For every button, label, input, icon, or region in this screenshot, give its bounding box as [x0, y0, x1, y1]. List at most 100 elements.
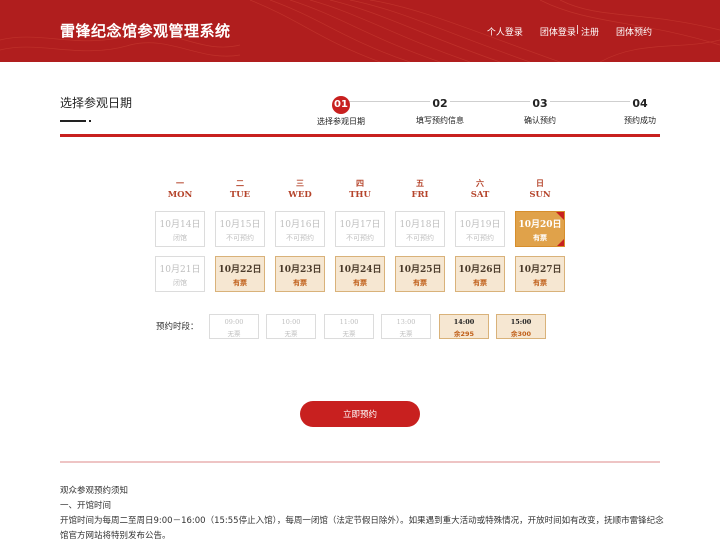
personal-login-link[interactable]: 个人登录 — [487, 25, 523, 38]
slot-time: 09:00 — [224, 318, 244, 326]
time-slot-1500[interactable]: 15:00 余300 — [496, 314, 546, 339]
step-1-label: 选择参观日期 — [317, 117, 365, 126]
step-4: 04 预约成功 — [600, 92, 680, 126]
top-nav: 个人登录 团体登录 | 注册 团体预约 — [470, 25, 652, 38]
calendar-day-oct27[interactable]: 10月27日 有票 — [515, 256, 565, 292]
step-4-label: 预约成功 — [624, 116, 656, 125]
notice-section-title: 一、开馆时间 — [60, 501, 112, 511]
top-header: 雷锋纪念馆参观管理系统 个人登录 团体登录 | 注册 团体预约 — [0, 0, 720, 62]
day-date: 10月15日 — [219, 220, 261, 230]
day-date: 10月24日 — [338, 265, 382, 275]
weekday-fri: 五 FRI — [395, 178, 445, 200]
day-status: 不可预约 — [406, 234, 434, 242]
weekday-en: WED — [288, 190, 312, 200]
calendar-day-oct19: 10月19日 不可预约 — [455, 211, 505, 247]
notice-section-text: 开馆时间为每周二至周日9:00－16:00（15:55停止入馆），每周一闭馆（法… — [60, 516, 664, 540]
group-login-link[interactable]: 团体登录 — [540, 25, 576, 38]
day-status: 有票 — [233, 279, 247, 287]
progress-steps: 01 选择参观日期 02 填写预约信息 03 确认预约 04 预约成功 — [0, 92, 720, 132]
calendar-day-oct21: 10月21日 闭馆 — [155, 256, 205, 292]
slot-time: 14:00 — [453, 318, 475, 326]
calendar-day-oct23[interactable]: 10月23日 有票 — [275, 256, 325, 292]
step-3-label: 确认预约 — [524, 116, 556, 125]
day-date: 10月25日 — [398, 265, 442, 275]
calendar-day-oct26[interactable]: 10月26日 有票 — [455, 256, 505, 292]
slot-remaining: 无票 — [284, 330, 298, 338]
time-slot-1100: 11:00 无票 — [324, 314, 374, 339]
calendar-day-oct15: 10月15日 不可预约 — [215, 211, 265, 247]
calendar-day-oct24[interactable]: 10月24日 有票 — [335, 256, 385, 292]
slot-remaining: 无票 — [342, 330, 356, 338]
weekday-en: FRI — [411, 190, 429, 200]
calendar-day-oct16: 10月16日 不可预约 — [275, 211, 325, 247]
weekday-cn: 三 — [296, 178, 304, 188]
weekday-cn: 二 — [236, 178, 244, 188]
day-date: 10月23日 — [278, 265, 322, 275]
time-slot-1400[interactable]: 14:00 余295 — [439, 314, 489, 339]
weekday-cn: 五 — [416, 178, 424, 188]
step-1: 01 选择参观日期 — [301, 92, 381, 127]
day-date: 10月27日 — [518, 265, 562, 275]
group-booking-link[interactable]: 团体预约 — [616, 25, 652, 38]
day-status: 不可预约 — [226, 234, 254, 242]
notice-divider — [60, 461, 660, 463]
nav-separator: | — [575, 25, 579, 35]
weekday-thu: 四 THU — [335, 178, 385, 200]
time-slot-1000: 10:00 无票 — [266, 314, 316, 339]
day-date: 10月26日 — [458, 265, 502, 275]
calendar-day-oct17: 10月17日 不可预约 — [335, 211, 385, 247]
step-2: 02 填写预约信息 — [400, 92, 480, 126]
step-4-number: 04 — [630, 95, 650, 113]
weekday-en: TUE — [229, 190, 251, 200]
slot-remaining: 余300 — [510, 330, 532, 338]
step-3: 03 确认预约 — [500, 92, 580, 126]
calendar-day-oct20-selected[interactable]: 10月20日 有票 — [515, 211, 565, 247]
time-slot-label: 预约时段： — [156, 322, 199, 332]
step-2-number: 02 — [430, 95, 450, 113]
section-divider — [60, 134, 660, 137]
day-status: 有票 — [473, 279, 487, 287]
weekday-en: SUN — [529, 190, 551, 200]
slot-remaining: 余295 — [453, 330, 475, 338]
day-status: 不可预约 — [286, 234, 314, 242]
weekday-cn: 日 — [536, 178, 544, 188]
slot-time: 11:00 — [339, 318, 359, 326]
slot-remaining: 无票 — [227, 330, 241, 338]
weekday-en: THU — [349, 190, 371, 200]
steps-connector-line — [342, 101, 640, 102]
step-1-number: 01 — [332, 96, 350, 114]
day-status: 不可预约 — [466, 234, 494, 242]
day-date: 10月17日 — [339, 220, 381, 230]
day-date: 10月21日 — [159, 265, 201, 275]
day-status: 有票 — [353, 279, 367, 287]
calendar-day-oct22[interactable]: 10月22日 有票 — [215, 256, 265, 292]
slot-time: 15:00 — [510, 318, 532, 326]
book-now-button[interactable]: 立即预约 — [300, 401, 420, 427]
day-status: 有票 — [413, 279, 427, 287]
day-status: 闭馆 — [173, 234, 187, 242]
weekday-wed: 三 WED — [275, 178, 325, 200]
group-login-register: 团体登录 | 注册 — [540, 25, 599, 38]
time-slot-0900: 09:00 无票 — [209, 314, 259, 339]
day-status: 不可预约 — [346, 234, 374, 242]
day-date: 10月19日 — [459, 220, 501, 230]
weekday-en: MON — [167, 190, 193, 200]
day-date: 10月16日 — [279, 220, 321, 230]
weekday-tue: 二 TUE — [215, 178, 265, 200]
slot-time: 13:00 — [396, 318, 416, 326]
calendar-day-oct25[interactable]: 10月25日 有票 — [395, 256, 445, 292]
step-2-label: 填写预约信息 — [416, 116, 464, 125]
weekday-sun: 日 SUN — [515, 178, 565, 200]
day-date: 10月18日 — [399, 220, 441, 230]
weekday-mon: 一 MON — [155, 178, 205, 200]
day-status: 闭馆 — [173, 279, 187, 287]
day-date: 10月22日 — [218, 265, 262, 275]
weekday-sat: 六 SAT — [455, 178, 505, 200]
step-3-number: 03 — [530, 95, 550, 113]
register-link[interactable]: 注册 — [581, 25, 599, 38]
time-slot-1300: 13:00 无票 — [381, 314, 431, 339]
day-date: 10月14日 — [159, 220, 201, 230]
weekday-cn: 一 — [176, 178, 184, 188]
slot-remaining: 无票 — [399, 330, 413, 338]
booking-notice: 观众参观预约须知 一、开馆时间 开馆时间为每周二至周日9:00－16:00（15… — [60, 484, 672, 540]
